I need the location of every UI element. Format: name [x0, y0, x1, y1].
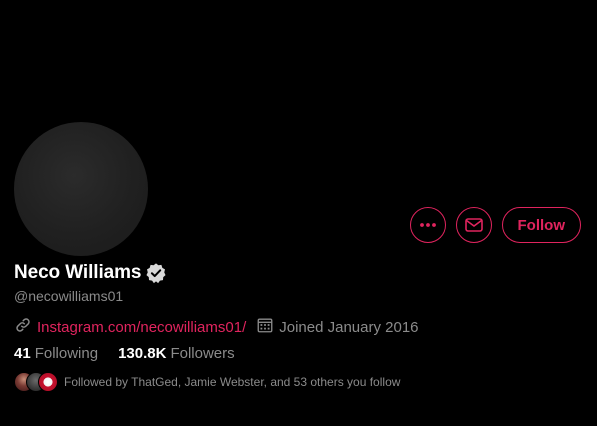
followers-label: Followers — [170, 345, 235, 362]
followers-you-know[interactable]: Followed by ThatGed, Jamie Webster, and … — [14, 372, 400, 392]
message-button[interactable] — [455, 207, 492, 243]
followers-link[interactable]: 130.8K Followers — [118, 345, 235, 362]
follower-avatars — [14, 372, 58, 392]
name-row: Neco Williams — [14, 262, 167, 284]
profile-actions: Follow — [409, 207, 581, 243]
profile-handle: @necowilliams01 — [14, 288, 124, 304]
calendar-icon — [256, 316, 279, 338]
following-label: Following — [34, 345, 99, 362]
more-icon — [418, 215, 438, 235]
following-link[interactable]: 41 Following — [14, 345, 98, 362]
website-link[interactable]: Instagram.com/necowilliams01/ — [14, 316, 246, 338]
display-name: Neco Williams — [14, 262, 142, 283]
joined-date: Joined January 2016 — [256, 316, 419, 338]
following-count: 41 — [14, 345, 31, 362]
link-icon — [14, 316, 37, 338]
more-options-button[interactable] — [409, 207, 446, 243]
avatar — [38, 372, 58, 392]
profile-stats: 41 Following 130.8K Followers — [14, 345, 235, 362]
profile-meta: Instagram.com/necowilliams01/ Joined Jan… — [14, 316, 419, 338]
followers-count: 130.8K — [118, 345, 167, 362]
follow-button[interactable]: Follow — [501, 207, 581, 243]
followed-by-text: Followed by ThatGed, Jamie Webster, and … — [64, 375, 401, 389]
website-label[interactable]: Instagram.com/necowilliams01/ — [37, 319, 246, 336]
mail-icon — [464, 215, 484, 235]
profile-header: Follow Neco Williams @necowilliams01 Ins… — [0, 0, 597, 426]
joined-label: Joined January 2016 — [279, 318, 419, 336]
profile-avatar[interactable] — [14, 122, 148, 256]
verified-badge-icon — [145, 262, 167, 284]
